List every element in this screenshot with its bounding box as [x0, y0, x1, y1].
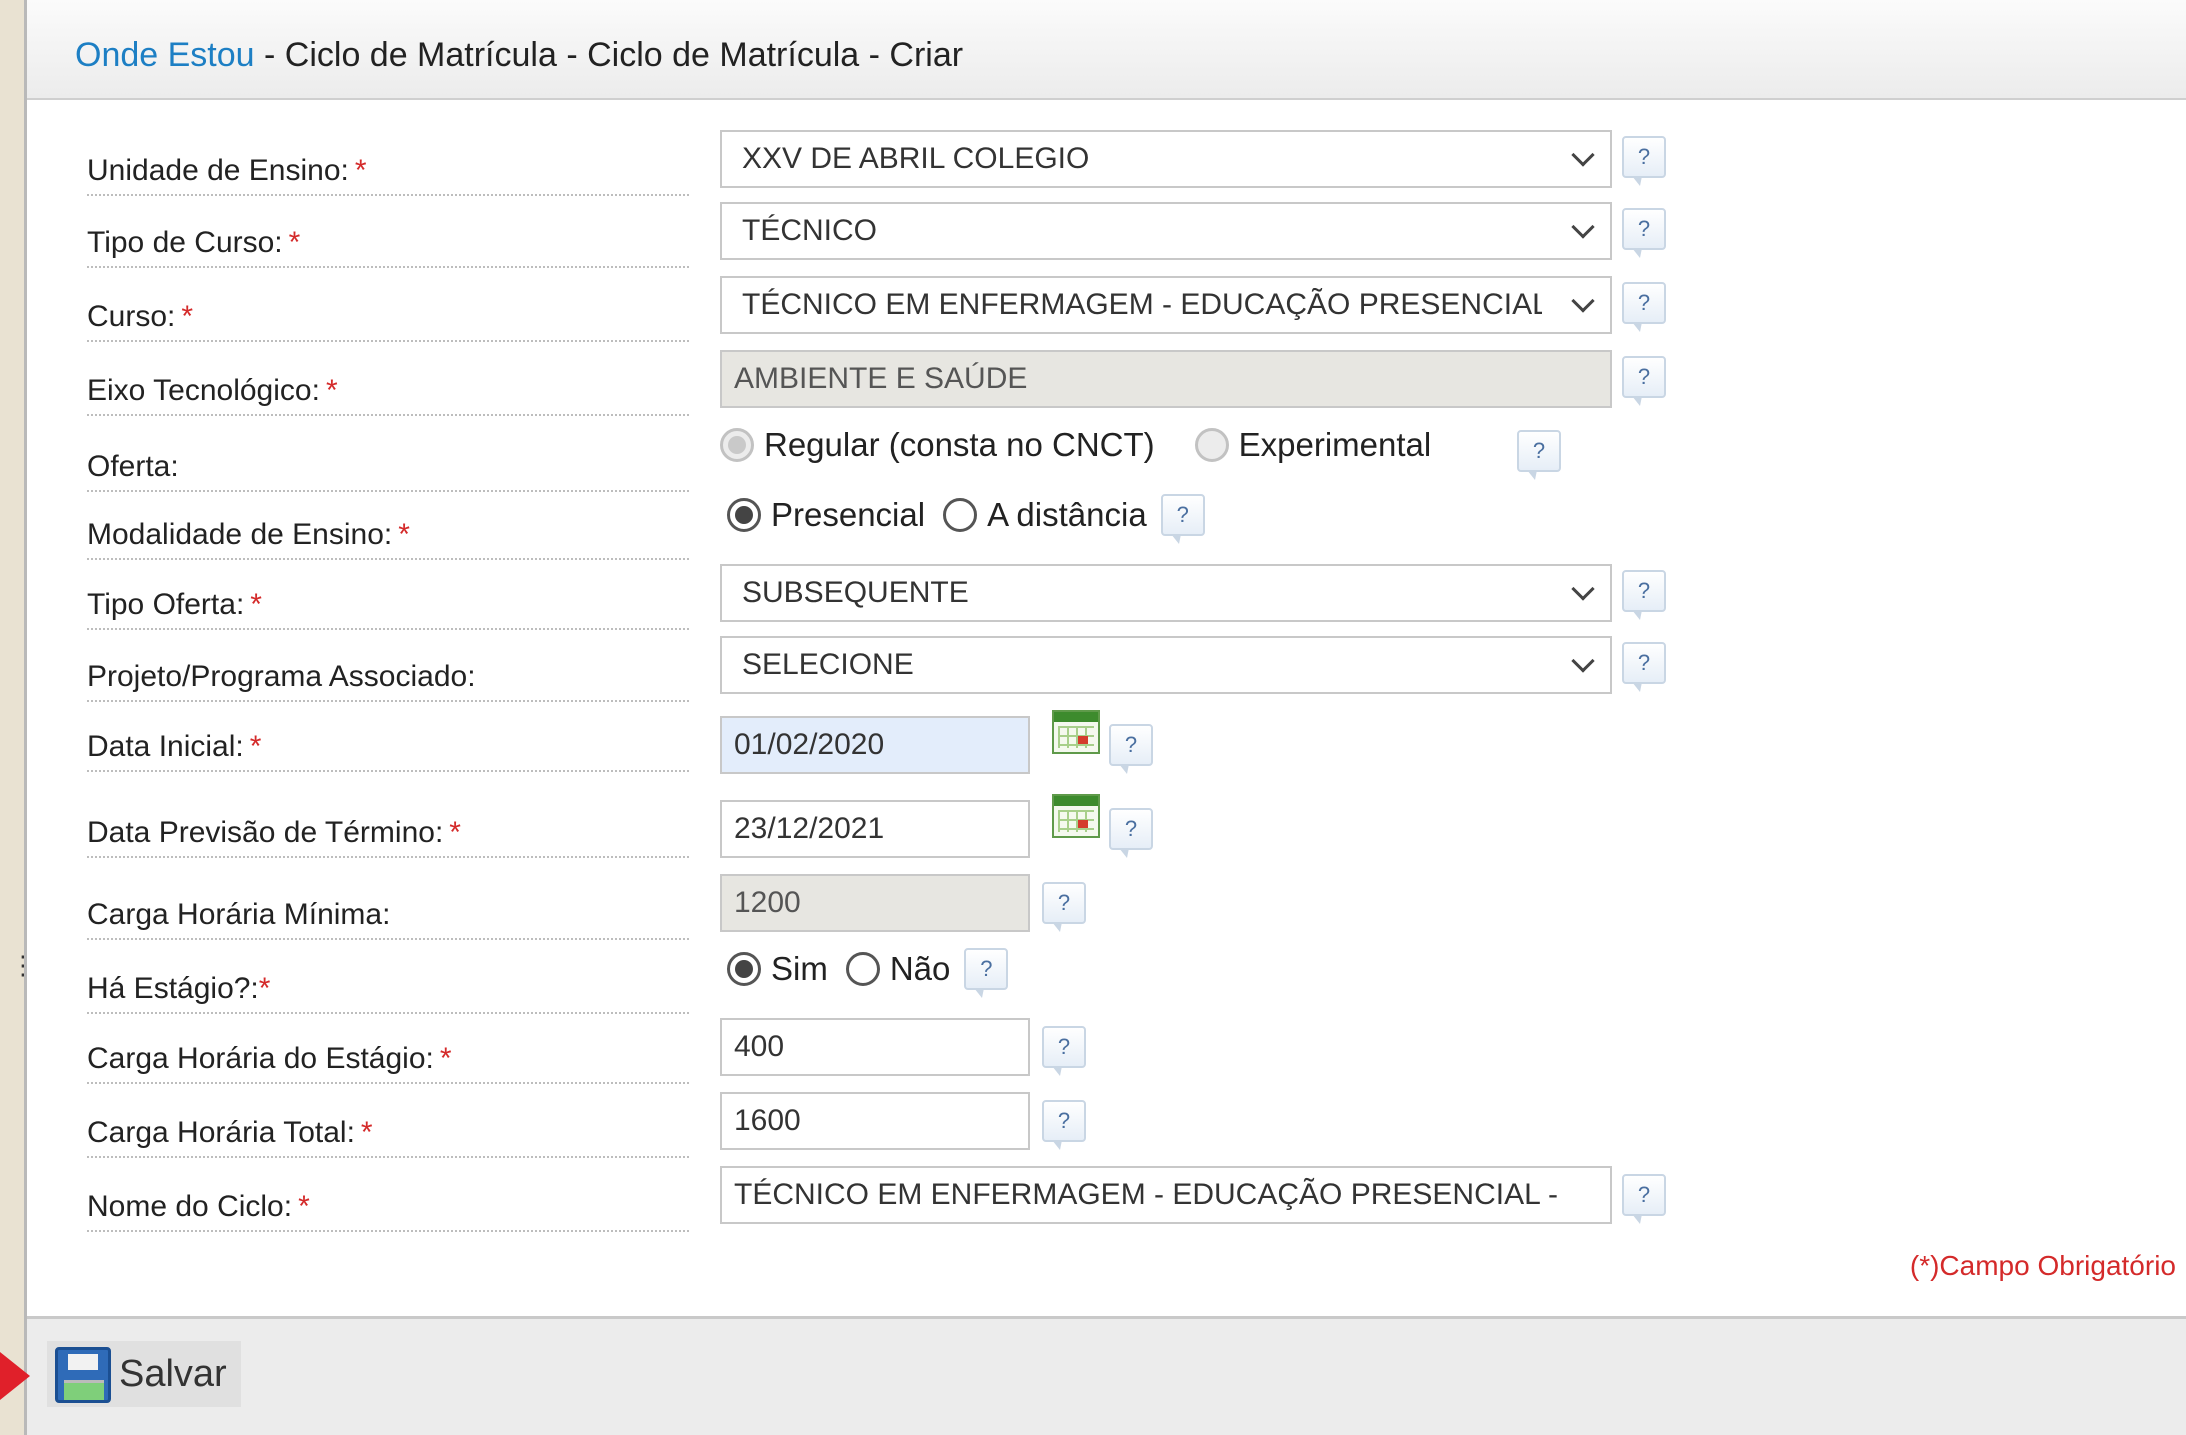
oferta-radio-group: Regular (consta no CNCT) Experimental — [720, 426, 1471, 464]
radio-regular[interactable] — [720, 428, 754, 462]
label-carga-total: Carga Horária Total: * — [87, 1116, 689, 1158]
save-button-label: Salvar — [119, 1352, 227, 1395]
curso-select[interactable]: TÉCNICO EM ENFERMAGEM - EDUCAÇÃO PRESENC… — [720, 276, 1612, 334]
help-data-inicial-icon[interactable]: ? — [1109, 724, 1153, 774]
nome-ciclo-input[interactable]: TÉCNICO EM ENFERMAGEM - EDUCAÇÃO PRESENC… — [720, 1166, 1612, 1224]
help-tipo-curso-icon[interactable]: ? — [1622, 208, 1666, 258]
label-data-termino: Data Previsão de Término: * — [87, 816, 689, 858]
eixo-field: AMBIENTE E SAÚDE — [720, 350, 1612, 408]
carga-total-input[interactable]: 1600 — [720, 1092, 1030, 1150]
data-inicial-input[interactable]: 01/02/2020 — [720, 716, 1030, 774]
breadcrumb-path: - Ciclo de Matrícula - Ciclo de Matrícul… — [254, 36, 964, 74]
modalidade-distancia-option[interactable]: A distância — [943, 496, 1147, 534]
radio-experimental[interactable] — [1194, 428, 1229, 462]
help-oferta-icon[interactable]: ? — [1517, 430, 1561, 480]
help-carga-estagio-icon[interactable]: ? — [1042, 1026, 1086, 1076]
tipo-oferta-select[interactable]: SUBSEQUENTE — [720, 564, 1612, 622]
breadcrumb-here: Onde Estou — [75, 36, 255, 74]
unidade-select[interactable]: XXV DE ABRIL COLEGIO — [720, 130, 1612, 188]
data-termino-input[interactable]: 23/12/2021 — [720, 800, 1030, 858]
carga-minima-field: 1200 — [720, 874, 1030, 932]
save-disk-icon — [55, 1347, 111, 1403]
chevron-down-icon — [1571, 577, 1595, 601]
label-nome-ciclo: Nome do Ciclo: * — [87, 1190, 689, 1232]
label-curso: Curso: * — [87, 300, 689, 342]
estagio-radio-group: Sim Não ? — [727, 948, 1009, 998]
label-estagio: Há Estágio?:* — [87, 972, 689, 1014]
chevron-down-icon — [1571, 215, 1595, 239]
help-carga-total-icon[interactable]: ? — [1042, 1100, 1086, 1150]
radio-presencial[interactable] — [727, 498, 761, 532]
modalidade-radio-group: Presencial A distância ? — [727, 494, 1205, 544]
chevron-down-icon — [1571, 649, 1595, 673]
action-bar: Salvar — [27, 1316, 2186, 1435]
breadcrumb: Onde Estou - Ciclo de Matrícula - Ciclo … — [75, 36, 963, 75]
label-tipo-oferta: Tipo Oferta: * — [87, 588, 689, 630]
radio-sim[interactable] — [727, 952, 761, 986]
chevron-down-icon — [1571, 143, 1595, 167]
carga-estagio-input[interactable]: 400 — [720, 1018, 1030, 1076]
estagio-nao-option[interactable]: Não — [845, 950, 950, 988]
modalidade-presencial-option[interactable]: Presencial — [727, 496, 925, 534]
label-carga-estagio: Carga Horária do Estágio: * — [87, 1042, 689, 1084]
calendar-icon[interactable] — [1052, 794, 1100, 838]
help-modalidade-icon[interactable]: ? — [1160, 494, 1205, 544]
help-curso-icon[interactable]: ? — [1622, 282, 1666, 332]
label-carga-minima: Carga Horária Mínima: — [87, 898, 689, 940]
calendar-icon[interactable] — [1052, 710, 1100, 754]
oferta-regular-option[interactable]: Regular (consta no CNCT) — [720, 426, 1155, 464]
radio-nao[interactable] — [845, 952, 880, 986]
help-carga-minima-icon[interactable]: ? — [1042, 882, 1086, 932]
radio-distancia[interactable] — [943, 498, 978, 532]
estagio-sim-option[interactable]: Sim — [727, 950, 828, 988]
projeto-select[interactable]: SELECIONE — [720, 636, 1612, 694]
help-unidade-icon[interactable]: ? — [1622, 136, 1666, 186]
label-modalidade: Modalidade de Ensino: * — [87, 518, 689, 560]
label-projeto: Projeto/Programa Associado: — [87, 660, 689, 702]
help-data-termino-icon[interactable]: ? — [1109, 808, 1153, 858]
tipo-curso-select[interactable]: TÉCNICO — [720, 202, 1612, 260]
help-eixo-icon[interactable]: ? — [1622, 356, 1666, 406]
breadcrumb-bar: Onde Estou - Ciclo de Matrícula - Ciclo … — [27, 0, 2186, 100]
oferta-experimental-option[interactable]: Experimental — [1194, 426, 1431, 464]
required-note: (*)Campo Obrigatório — [1909, 1250, 2176, 1281]
help-nome-ciclo-icon[interactable]: ? — [1622, 1174, 1666, 1224]
label-oferta: Oferta: — [87, 450, 689, 492]
label-tipo-curso: Tipo de Curso: * — [87, 226, 689, 268]
form-panel: Onde Estou - Ciclo de Matrícula - Ciclo … — [24, 0, 2186, 1435]
label-data-inicial: Data Inicial: * — [87, 730, 689, 772]
help-tipo-oferta-icon[interactable]: ? — [1622, 570, 1666, 620]
help-projeto-icon[interactable]: ? — [1622, 642, 1666, 692]
chevron-down-icon — [1571, 289, 1595, 313]
label-unidade: Unidade de Ensino: * — [87, 154, 689, 196]
pointer-arrow-icon — [0, 1352, 30, 1400]
help-estagio-icon[interactable]: ? — [964, 948, 1009, 998]
label-eixo: Eixo Tecnológico: * — [87, 374, 689, 416]
save-button[interactable]: Salvar — [47, 1341, 241, 1407]
